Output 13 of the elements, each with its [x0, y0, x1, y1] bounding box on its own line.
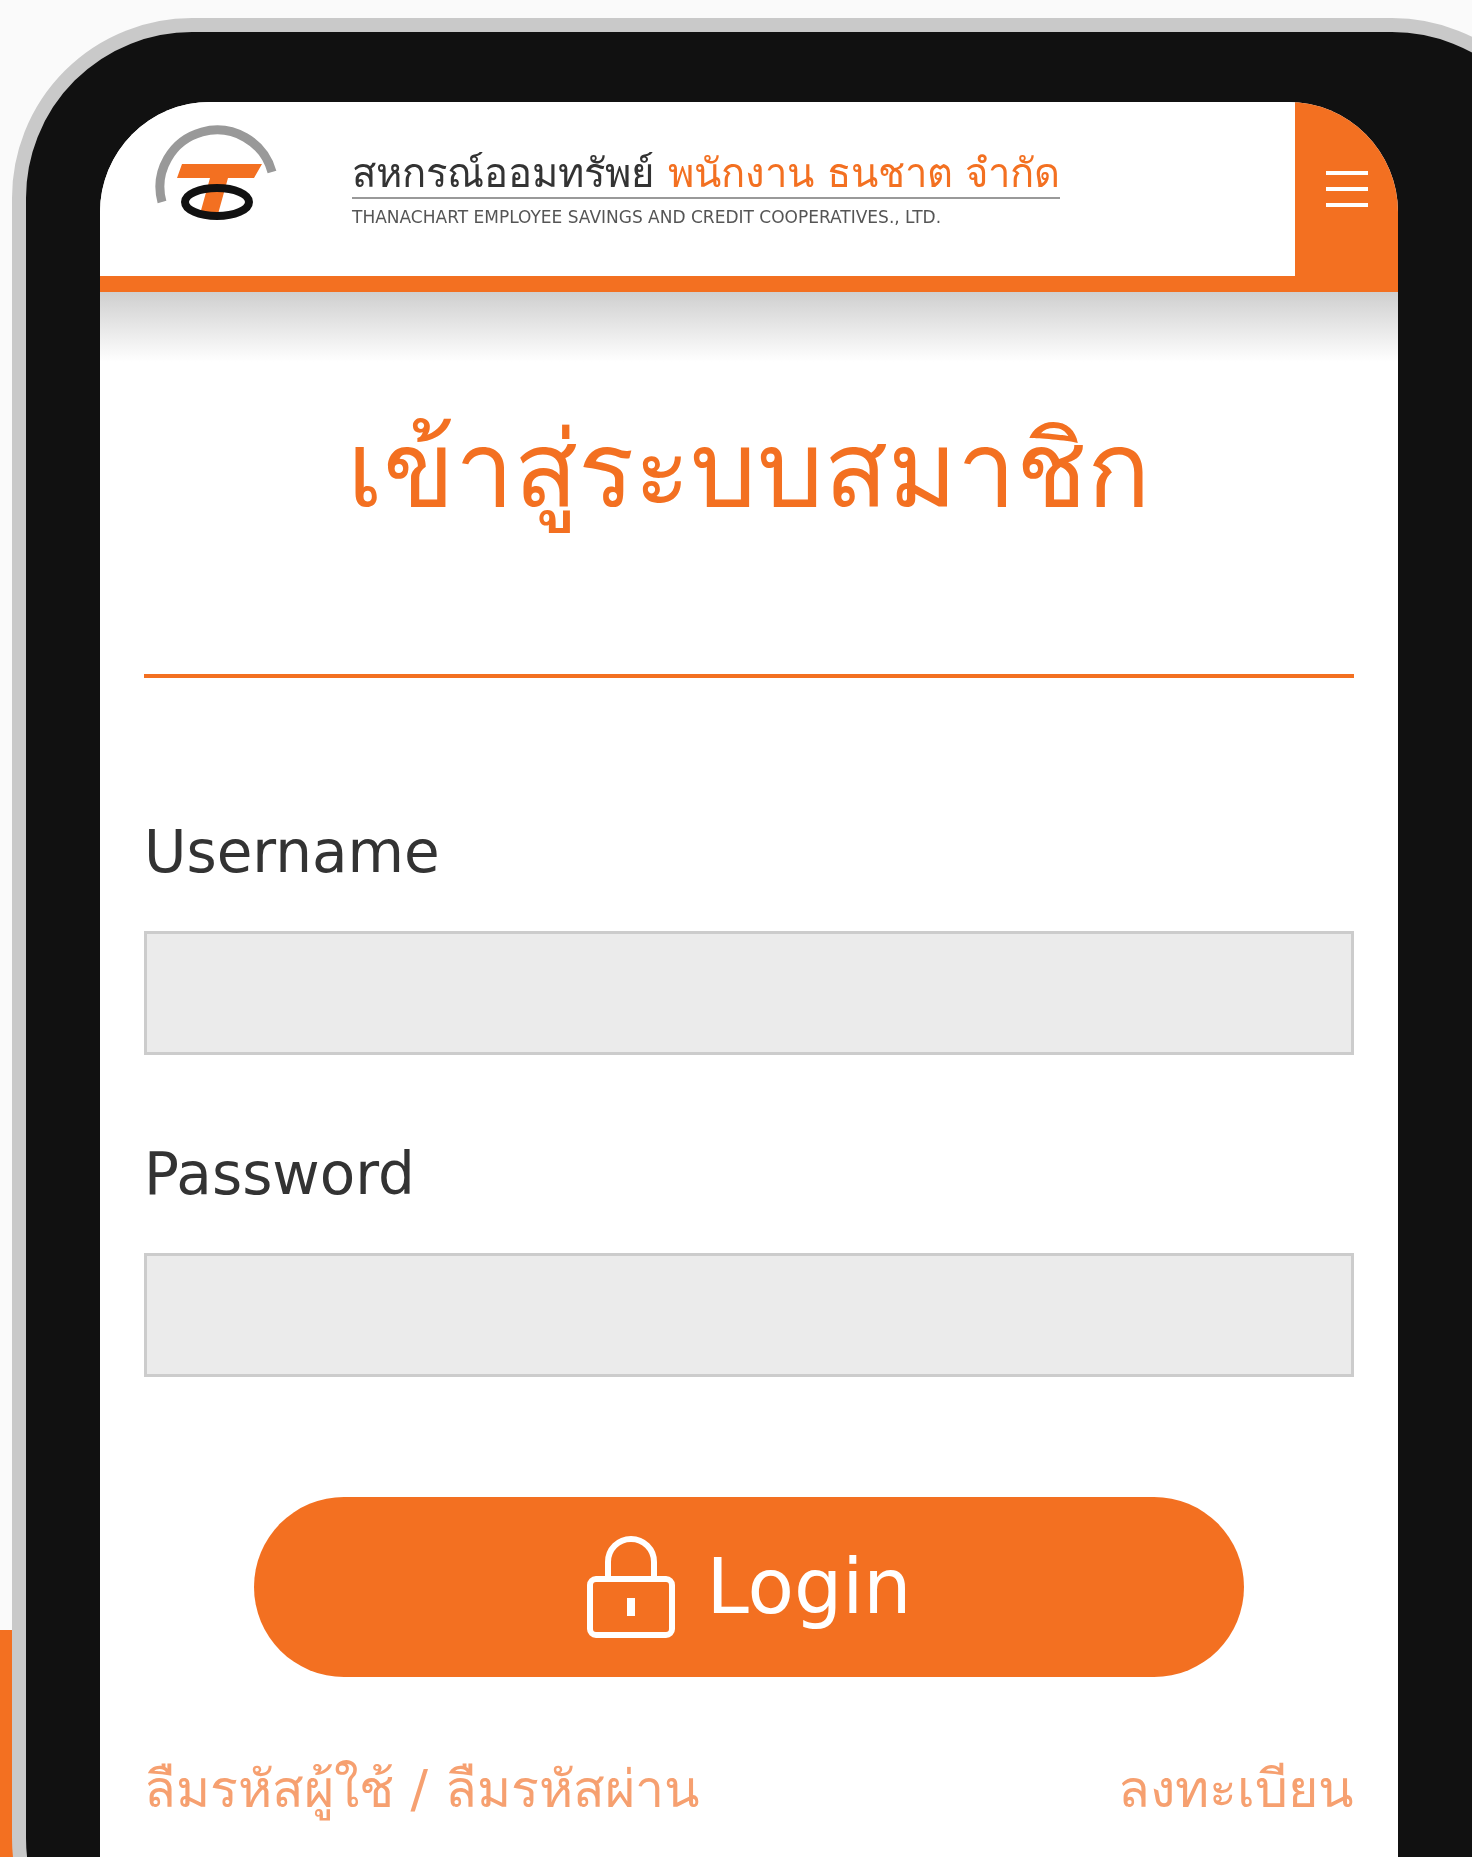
- org-name-highlight: พนักงาน ธนชาต จำกัด: [668, 151, 1061, 195]
- register-link[interactable]: ลงทะเบียน: [1118, 1746, 1354, 1830]
- lock-icon: [586, 1534, 677, 1639]
- org-name-english: THANACHART EMPLOYEE SAVINGS AND CREDIT COOPERATIVES., LTD.: [352, 207, 943, 227]
- org-name: สหกรณ์ออมทรัพย์: [352, 151, 654, 195]
- menu-icon: [1323, 170, 1370, 208]
- field-label: Username: [144, 817, 441, 886]
- forgot-credentials-link[interactable]: ลืมรหัสผู้ใช้ / ลืมรหัสผ่าน: [144, 1746, 700, 1830]
- field-label: Password: [144, 1139, 416, 1208]
- input-field[interactable]: [144, 930, 1354, 1055]
- page-title: เข้าสู่ระบบสมาชิก: [346, 408, 1152, 535]
- input-field[interactable]: [144, 1252, 1354, 1377]
- login-button[interactable]: Login: [254, 1496, 1244, 1677]
